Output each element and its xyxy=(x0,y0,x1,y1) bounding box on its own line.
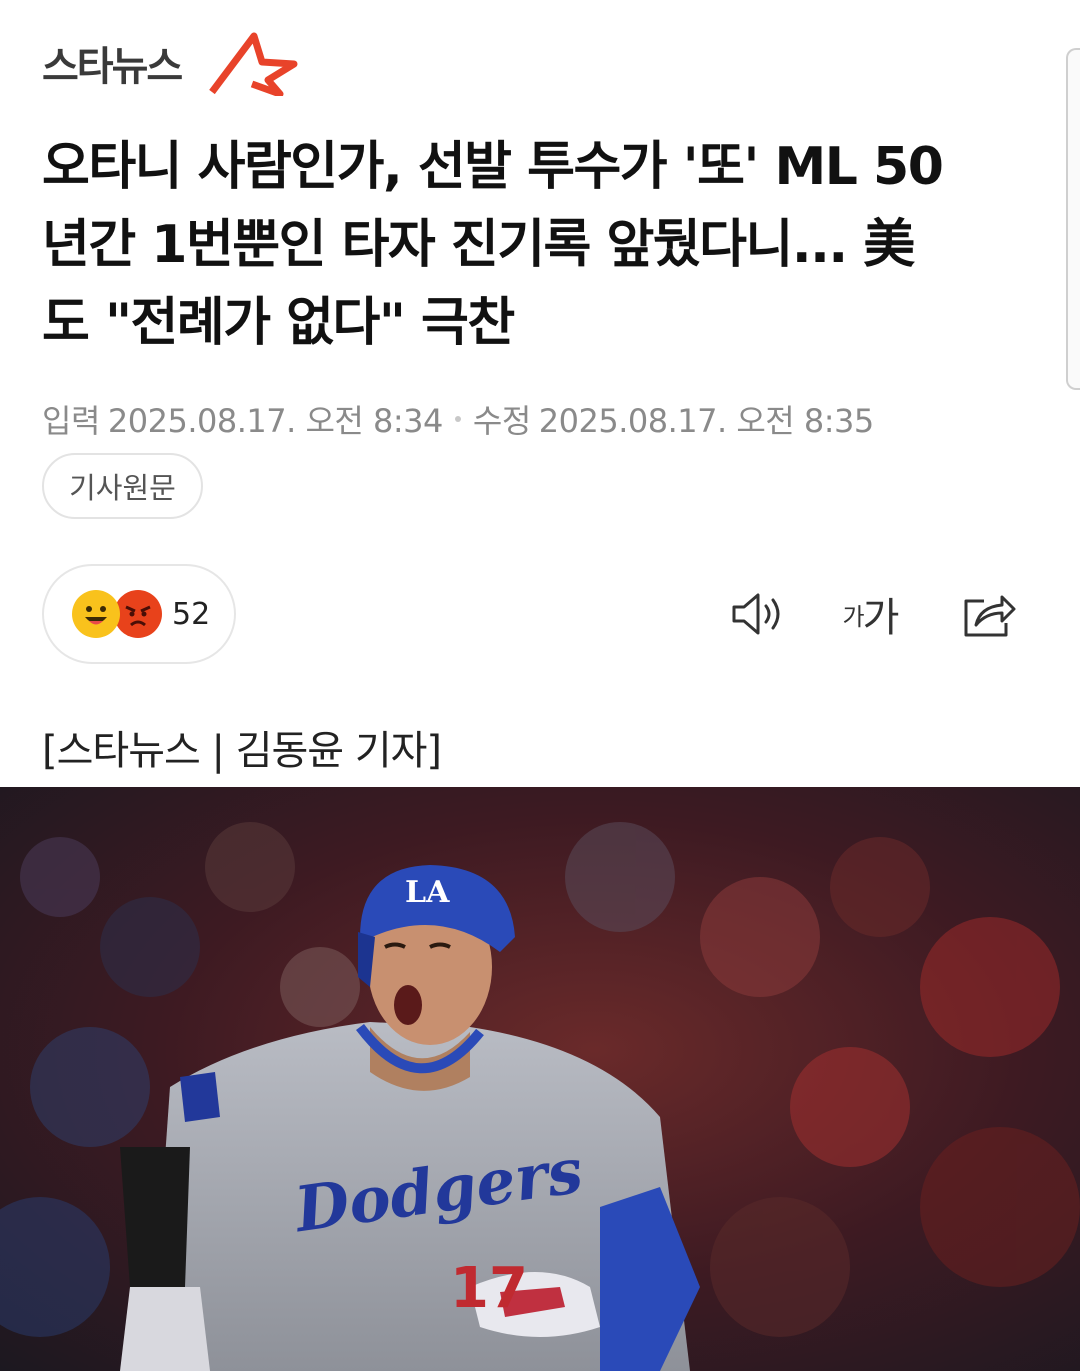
font-size-small-label: 가 xyxy=(842,602,865,631)
brand-star-icon xyxy=(209,32,298,96)
jersey-number: 17 xyxy=(450,1256,528,1321)
meta-separator xyxy=(454,416,461,422)
headline-line: 도 "전례가 없다" 극찬 xyxy=(42,293,515,353)
article-photo[interactable]: LA Dodgers 17 xyxy=(0,787,1080,1371)
brand-logo[interactable]: 스타뉴스 xyxy=(42,30,298,96)
edit-label: 수정 xyxy=(472,402,531,440)
angry-emoji-icon xyxy=(114,590,162,638)
original-article-button[interactable]: 기사원문 xyxy=(42,453,203,519)
input-label: 입력 xyxy=(42,402,100,440)
headline-line: 년간 1번뿐인 타자 진기록 앞뒀다니... 美 xyxy=(42,215,915,275)
scrollbar[interactable] xyxy=(1066,48,1080,390)
edit-time: 2025.08.17. 오전 8:35 xyxy=(538,402,874,440)
font-size-icon[interactable]: 가가 xyxy=(838,584,902,644)
smile-emoji-icon xyxy=(72,590,120,638)
share-icon[interactable] xyxy=(956,584,1020,644)
article-byline: [스타뉴스 | 김동윤 기자] xyxy=(42,728,442,774)
helmet-logo-text: LA xyxy=(405,875,450,910)
article-headline: 오타니 사람인가, 선발 투수가 '또' ML 50 년간 1번뿐인 타자 진기… xyxy=(42,128,1042,362)
brand-logo-text: 스타뉴스 xyxy=(42,44,183,90)
article-meta: 입력 2025.08.17. 오전 8:34 수정 2025.08.17. 오전… xyxy=(42,396,874,442)
reaction-count: 52 xyxy=(172,596,211,632)
reaction-button[interactable]: 52 xyxy=(42,564,236,664)
input-time: 2025.08.17. 오전 8:34 xyxy=(107,402,443,440)
photo-illustration: LA Dodgers 17 xyxy=(0,787,1080,1371)
speaker-icon[interactable] xyxy=(726,584,790,644)
font-size-large-label: 가 xyxy=(862,595,900,641)
headline-line: 오타니 사람인가, 선발 투수가 '또' ML 50 xyxy=(42,137,944,197)
